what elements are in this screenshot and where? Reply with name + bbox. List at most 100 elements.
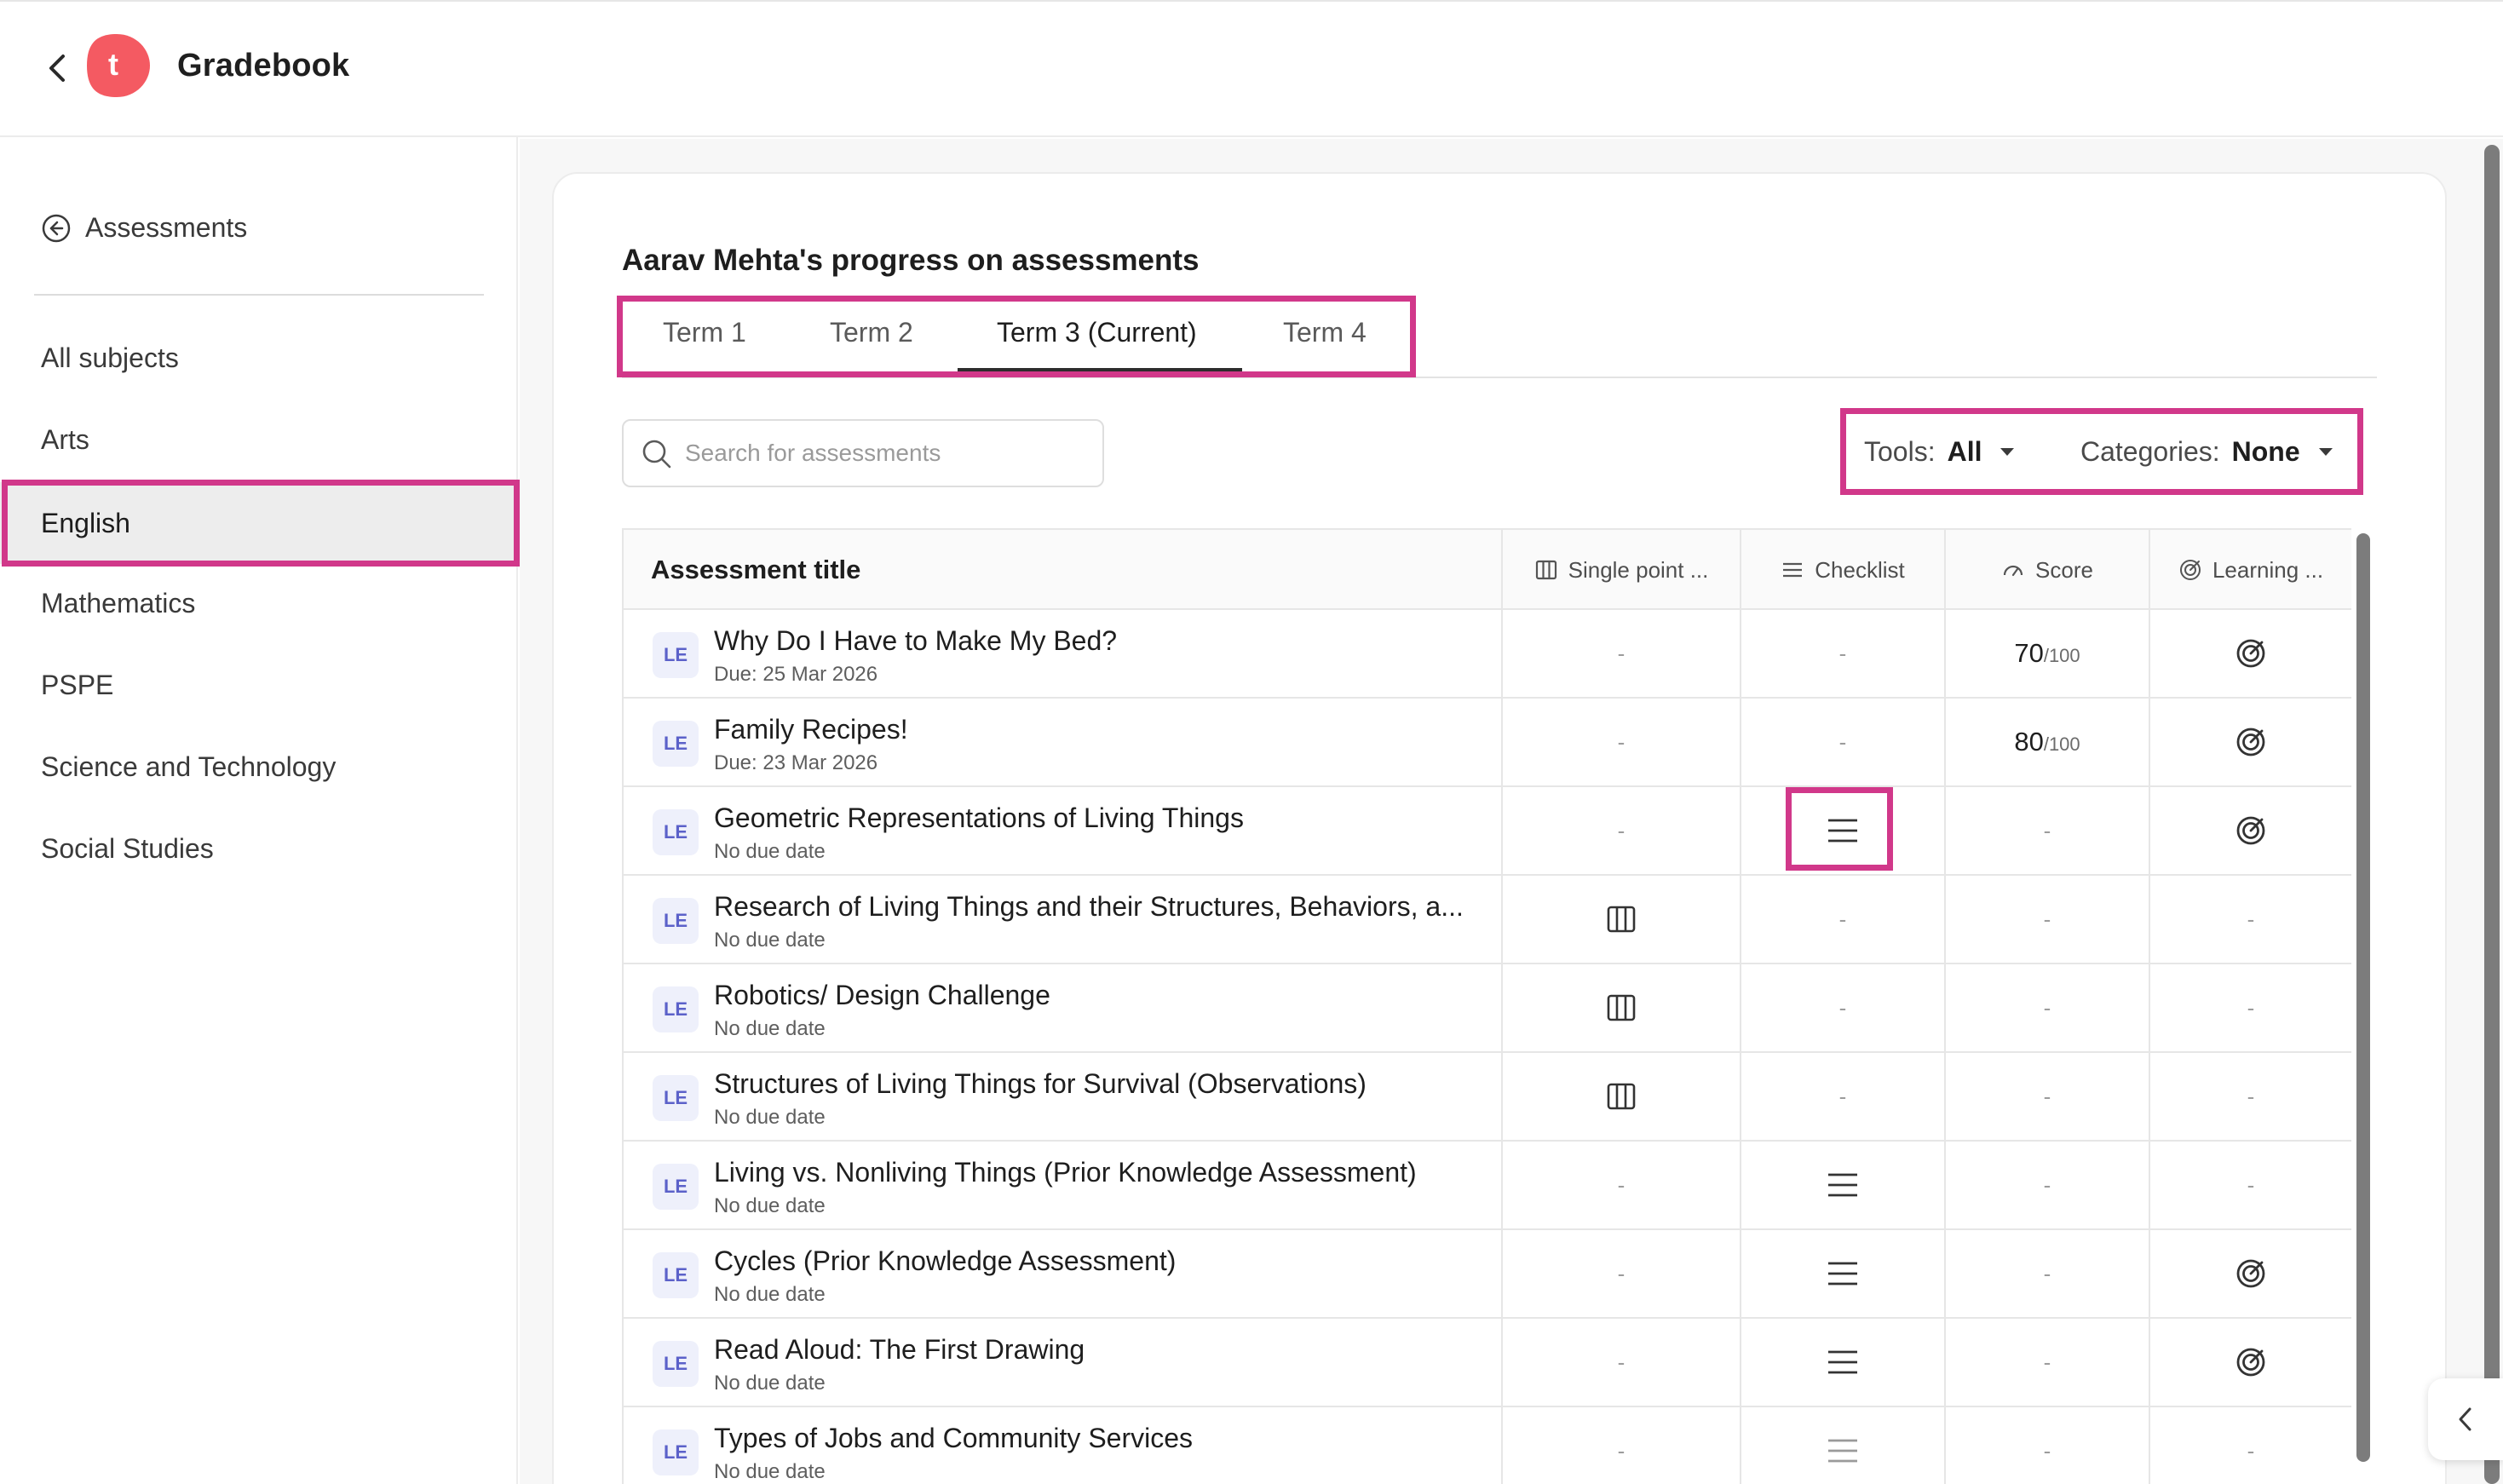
- categories-filter-label: Categories:: [2080, 436, 2220, 467]
- assessment-title[interactable]: Research of Living Things and their Stru…: [714, 891, 1464, 923]
- table-row[interactable]: LE Why Do I Have to Make My Bed? Due: 25 M…: [624, 610, 2351, 699]
- assessment-title[interactable]: Robotics/ Design Challenge: [714, 980, 1050, 1011]
- column-header-learning[interactable]: Learning ...: [2150, 530, 2351, 610]
- assessment-title[interactable]: Types of Jobs and Community Services: [714, 1423, 1193, 1454]
- assessment-title[interactable]: Geometric Representations of Living Thin…: [714, 802, 1244, 834]
- sidebar-item-arts[interactable]: Arts: [0, 399, 518, 480]
- assessments-back-link[interactable]: Assessments: [41, 212, 247, 244]
- table-row[interactable]: LE Cycles (Prior Knowledge Assessment) No …: [624, 1230, 2351, 1319]
- table-row[interactable]: LE Robotics/ Design Challenge No due date -…: [624, 964, 2351, 1053]
- score-cell[interactable]: 80/100: [1946, 699, 2150, 785]
- single-point-cell[interactable]: -: [1503, 610, 1741, 697]
- sidebar-item-social-studies[interactable]: Social Studies: [0, 808, 518, 889]
- learning-cell[interactable]: [2150, 699, 2351, 785]
- single-point-cell[interactable]: [1503, 1053, 1741, 1140]
- table-row[interactable]: LE Family Recipes! Due: 23 Mar 2026 - - 80/10…: [624, 699, 2351, 787]
- column-header-checklist[interactable]: Checklist: [1741, 530, 1946, 610]
- learning-cell[interactable]: [2150, 1319, 2351, 1406]
- table-row[interactable]: LE Living vs. Nonliving Things (Prior Kno…: [624, 1142, 2351, 1230]
- assessment-title-cell[interactable]: LE Why Do I Have to Make My Bed? Due: 25 M…: [624, 610, 1503, 697]
- assessment-title[interactable]: Read Aloud: The First Drawing: [714, 1334, 1085, 1366]
- assessments-back-label: Assessments: [85, 212, 248, 243]
- assessment-title[interactable]: Family Recipes!: [714, 714, 908, 745]
- learning-cell[interactable]: [2150, 1230, 2351, 1317]
- assessment-title[interactable]: Cycles (Prior Knowledge Assessment): [714, 1245, 1176, 1277]
- assessment-title[interactable]: Living vs. Nonliving Things (Prior Knowl…: [714, 1157, 1417, 1188]
- assessment-title[interactable]: Why Do I Have to Make My Bed?: [714, 625, 1117, 657]
- column-header-assessment-title[interactable]: Assessment title: [624, 530, 1503, 610]
- single-point-cell[interactable]: [1503, 964, 1741, 1051]
- assessment-title[interactable]: Structures of Living Things for Survival…: [714, 1068, 1367, 1100]
- single-point-cell[interactable]: -: [1503, 787, 1741, 874]
- sidebar-item-mathematics[interactable]: Mathematics: [0, 562, 518, 644]
- checklist-cell[interactable]: -: [1741, 964, 1946, 1051]
- tab-term-4[interactable]: Term 4: [1283, 317, 1367, 348]
- checklist-cell[interactable]: -: [1741, 610, 1946, 697]
- table-scrollbar[interactable]: [2356, 533, 2370, 1462]
- assessment-title-cell[interactable]: LE Research of Living Things and their St…: [624, 876, 1503, 963]
- checklist-cell[interactable]: -: [1741, 1053, 1946, 1140]
- sidebar-item-all-subjects[interactable]: All subjects: [0, 317, 518, 399]
- assessment-title-cell[interactable]: LE Read Aloud: The First Drawing No due da…: [624, 1319, 1503, 1406]
- single-point-cell[interactable]: -: [1503, 1230, 1741, 1317]
- score-cell[interactable]: -: [1946, 1142, 2150, 1228]
- sidebar-item-pspe[interactable]: PSPE: [0, 644, 518, 726]
- empty-value: -: [2247, 994, 2255, 1021]
- learning-cell[interactable]: -: [2150, 1407, 2351, 1484]
- target-icon: [2236, 728, 2265, 756]
- learning-cell[interactable]: [2150, 787, 2351, 874]
- score-cell[interactable]: -: [1946, 1230, 2150, 1317]
- table-row[interactable]: LE Research of Living Things and their St…: [624, 876, 2351, 964]
- table-row[interactable]: LE Geometric Representations of Living Th…: [624, 787, 2351, 876]
- learning-cell[interactable]: -: [2150, 876, 2351, 963]
- single-point-cell[interactable]: -: [1503, 699, 1741, 785]
- column-header-score[interactable]: Score: [1946, 530, 2150, 610]
- score-cell[interactable]: -: [1946, 1407, 2150, 1484]
- sidebar-item-science-and-technology[interactable]: Science and Technology: [0, 726, 518, 808]
- assessment-title-cell[interactable]: LE Family Recipes! Due: 23 Mar 2026: [624, 699, 1503, 785]
- score-cell[interactable]: -: [1946, 1053, 2150, 1140]
- search-input[interactable]: Search for assessments: [622, 419, 1104, 487]
- checklist-cell[interactable]: [1741, 1407, 1946, 1484]
- assessment-title-cell[interactable]: LE Cycles (Prior Knowledge Assessment) No …: [624, 1230, 1503, 1317]
- learning-cell[interactable]: -: [2150, 1053, 2351, 1140]
- tab-term-3-current[interactable]: Term 3 (Current): [997, 317, 1197, 348]
- assessment-title-cell[interactable]: LE Types of Jobs and Community Services No…: [624, 1407, 1503, 1484]
- tab-term-2[interactable]: Term 2: [830, 317, 913, 348]
- checklist-cell[interactable]: -: [1741, 699, 1946, 785]
- table-row[interactable]: LE Types of Jobs and Community Services No…: [624, 1407, 2351, 1484]
- score-cell[interactable]: -: [1946, 1319, 2150, 1406]
- assessment-title-cell[interactable]: LE Robotics/ Design Challenge No due date: [624, 964, 1503, 1051]
- score-cell[interactable]: 70/100: [1946, 610, 2150, 697]
- single-point-cell[interactable]: -: [1503, 1407, 1741, 1484]
- single-point-cell[interactable]: -: [1503, 1142, 1741, 1228]
- checklist-cell[interactable]: [1741, 787, 1946, 874]
- checklist-cell[interactable]: [1741, 1319, 1946, 1406]
- sidebar-item-english[interactable]: English: [0, 482, 518, 564]
- score-cell[interactable]: -: [1946, 876, 2150, 963]
- checklist-cell[interactable]: [1741, 1230, 1946, 1317]
- table-row[interactable]: LE Read Aloud: The First Drawing No due da…: [624, 1319, 2351, 1407]
- assessment-due-date: No due date: [714, 840, 826, 863]
- single-point-cell[interactable]: -: [1503, 1319, 1741, 1406]
- score-cell[interactable]: -: [1946, 787, 2150, 874]
- assessment-title-cell[interactable]: LE Geometric Representations of Living Th…: [624, 787, 1503, 874]
- learning-cell[interactable]: -: [2150, 964, 2351, 1051]
- learning-cell[interactable]: -: [2150, 1142, 2351, 1228]
- checklist-cell[interactable]: -: [1741, 876, 1946, 963]
- tools-filter-dropdown[interactable]: Tools: All: [1864, 436, 2015, 468]
- categories-filter-value: None: [2231, 436, 2300, 467]
- score-cell[interactable]: -: [1946, 964, 2150, 1051]
- assessment-title-cell[interactable]: LE Living vs. Nonliving Things (Prior Kno…: [624, 1142, 1503, 1228]
- collapse-panel-button[interactable]: [2428, 1378, 2503, 1460]
- tab-term-1[interactable]: Term 1: [663, 317, 746, 348]
- back-chevron-icon[interactable]: [44, 51, 70, 85]
- page-scrollbar[interactable]: [2484, 145, 2500, 1484]
- table-row[interactable]: LE Structures of Living Things for Surviv…: [624, 1053, 2351, 1142]
- assessment-title-cell[interactable]: LE Structures of Living Things for Surviv…: [624, 1053, 1503, 1140]
- categories-filter-dropdown[interactable]: Categories: None: [2080, 436, 2333, 468]
- checklist-cell[interactable]: [1741, 1142, 1946, 1228]
- learning-cell[interactable]: [2150, 610, 2351, 697]
- single-point-cell[interactable]: [1503, 876, 1741, 963]
- column-header-single-point[interactable]: Single point ...: [1503, 530, 1741, 610]
